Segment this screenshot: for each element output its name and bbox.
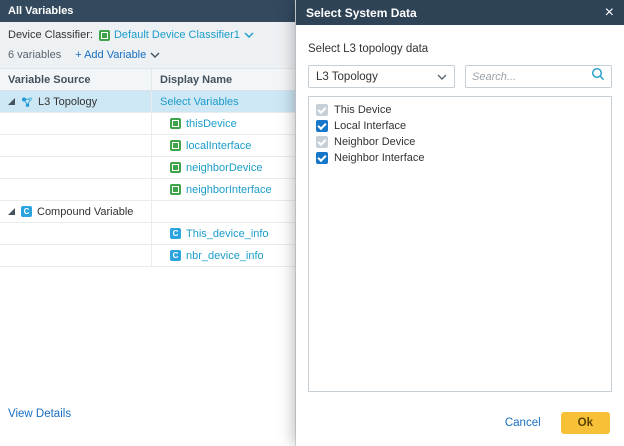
variable-source-cell [0, 135, 152, 156]
table-row[interactable]: neighborInterface [0, 179, 295, 201]
variable-source-cell [0, 223, 152, 244]
checkbox-checked [316, 104, 328, 116]
search-input[interactable] [472, 71, 591, 83]
variables-count-row: 6 variables + Add Variable [8, 49, 287, 61]
display-name-cell: Cnbr_device_info [152, 245, 295, 266]
variable-source-cell: C Compound Variable [0, 201, 152, 222]
variable-icon [170, 162, 181, 173]
all-variables-panel: All Variables Device Classifier: Default… [0, 0, 296, 446]
checkbox-option[interactable]: Neighbor Device [309, 134, 611, 150]
compound-variable-icon: C [21, 206, 32, 217]
checkbox-label: Neighbor Device [334, 136, 415, 148]
modal-subtitle: Select L3 topology data [308, 43, 612, 55]
device-classifier-label: Device Classifier: [8, 29, 93, 41]
table-row[interactable]: Cnbr_device_info [0, 245, 295, 267]
panel-title: All Variables [0, 0, 295, 22]
variable-source-cell: L3 Topology [0, 91, 152, 112]
variable-icon [170, 184, 181, 195]
search-box [465, 65, 612, 88]
table-row[interactable]: C This_device_info [0, 223, 295, 245]
checkbox-option[interactable]: This Device [309, 102, 611, 118]
variable-source-cell [0, 157, 152, 178]
modal-controls: L3 Topology [308, 65, 612, 88]
select-variables-link[interactable]: Select Variables [160, 96, 239, 108]
modal-title: Select System Data [306, 6, 605, 20]
display-name-label: localInterface [186, 140, 251, 152]
display-name-label: thisDevice [186, 118, 237, 130]
table-row[interactable]: thisDevice [0, 113, 295, 135]
variable-icon [170, 140, 181, 151]
display-name-cell: neighborInterface [152, 179, 295, 200]
checkbox-option[interactable]: Local Interface [309, 118, 611, 134]
device-classifier-row: Device Classifier: Default Device Classi… [8, 29, 287, 41]
search-icon[interactable] [591, 67, 605, 86]
variable-source-label: Compound Variable [37, 206, 133, 218]
modal-header: Select System Data × [296, 0, 624, 25]
checkbox-checked [316, 136, 328, 148]
variables-table-body: L3 Topology Select Variables thisDevice loc… [0, 91, 295, 267]
screen: All Variables Device Classifier: Default… [0, 0, 624, 446]
display-name-label: This_device_info [186, 228, 269, 240]
display-name-cell [152, 201, 295, 222]
chevron-down-icon[interactable] [244, 29, 254, 41]
variable-icon [170, 118, 181, 129]
system-data-list: This Device Local Interface Neighbor Devic… [308, 96, 612, 392]
device-classifier-icon [99, 30, 110, 41]
display-name-label: neighborDevice [186, 162, 262, 174]
display-name-cell: localInterface [152, 135, 295, 156]
checkbox-label: This Device [334, 104, 391, 116]
ok-button[interactable]: Ok [561, 412, 610, 434]
checkbox-option[interactable]: Neighbor Interface [309, 150, 611, 166]
checkbox-label: Local Interface [334, 120, 406, 132]
add-variable-button[interactable]: + Add Variable [75, 49, 146, 61]
expand-collapse-icon[interactable] [8, 98, 15, 105]
toolbar: Device Classifier: Default Device Classi… [0, 22, 295, 69]
chevron-down-icon [437, 71, 447, 83]
display-name-cell: thisDevice [152, 113, 295, 134]
device-classifier-dropdown[interactable]: Default Device Classifier1 [114, 29, 240, 41]
display-name-cell: Select Variables [152, 91, 295, 112]
l3-topology-dropdown[interactable]: L3 Topology [308, 65, 455, 88]
checkbox-checked[interactable] [316, 120, 328, 132]
checkbox-label: Neighbor Interface [334, 152, 425, 164]
table-row[interactable]: neighborDevice [0, 157, 295, 179]
table-row[interactable]: L3 Topology Select Variables [0, 91, 295, 113]
variable-source-cell [0, 245, 152, 266]
dropdown-selected-value: L3 Topology [316, 71, 437, 83]
compound-variable-icon: C [170, 250, 181, 261]
variable-source-label: L3 Topology [38, 96, 97, 108]
close-icon[interactable]: × [605, 5, 614, 21]
variables-count: 6 variables [8, 49, 61, 61]
table-row[interactable]: C Compound Variable [0, 201, 295, 223]
chevron-down-icon[interactable] [150, 49, 160, 61]
expand-collapse-icon[interactable] [8, 208, 15, 215]
variable-source-cell [0, 113, 152, 134]
display-name-cell: neighborDevice [152, 157, 295, 178]
variable-source-cell [0, 179, 152, 200]
column-header-display-name: Display Name [152, 74, 295, 86]
select-system-data-modal: Select System Data × Select L3 topology … [296, 0, 624, 446]
modal-footer: Cancel Ok [296, 400, 624, 446]
display-name-cell: C This_device_info [152, 223, 295, 244]
table-header: Variable Source Display Name [0, 69, 295, 91]
view-details-link[interactable]: View Details [8, 408, 71, 420]
l3-topology-icon [21, 96, 33, 108]
cancel-button[interactable]: Cancel [505, 417, 541, 429]
display-name-label: nbr_device_info [186, 250, 264, 262]
compound-variable-icon: C [170, 228, 181, 239]
modal-body: Select L3 topology data L3 Topology This… [296, 25, 624, 400]
checkbox-checked[interactable] [316, 152, 328, 164]
column-header-variable-source: Variable Source [0, 69, 152, 90]
display-name-label: neighborInterface [186, 184, 272, 196]
table-row[interactable]: localInterface [0, 135, 295, 157]
